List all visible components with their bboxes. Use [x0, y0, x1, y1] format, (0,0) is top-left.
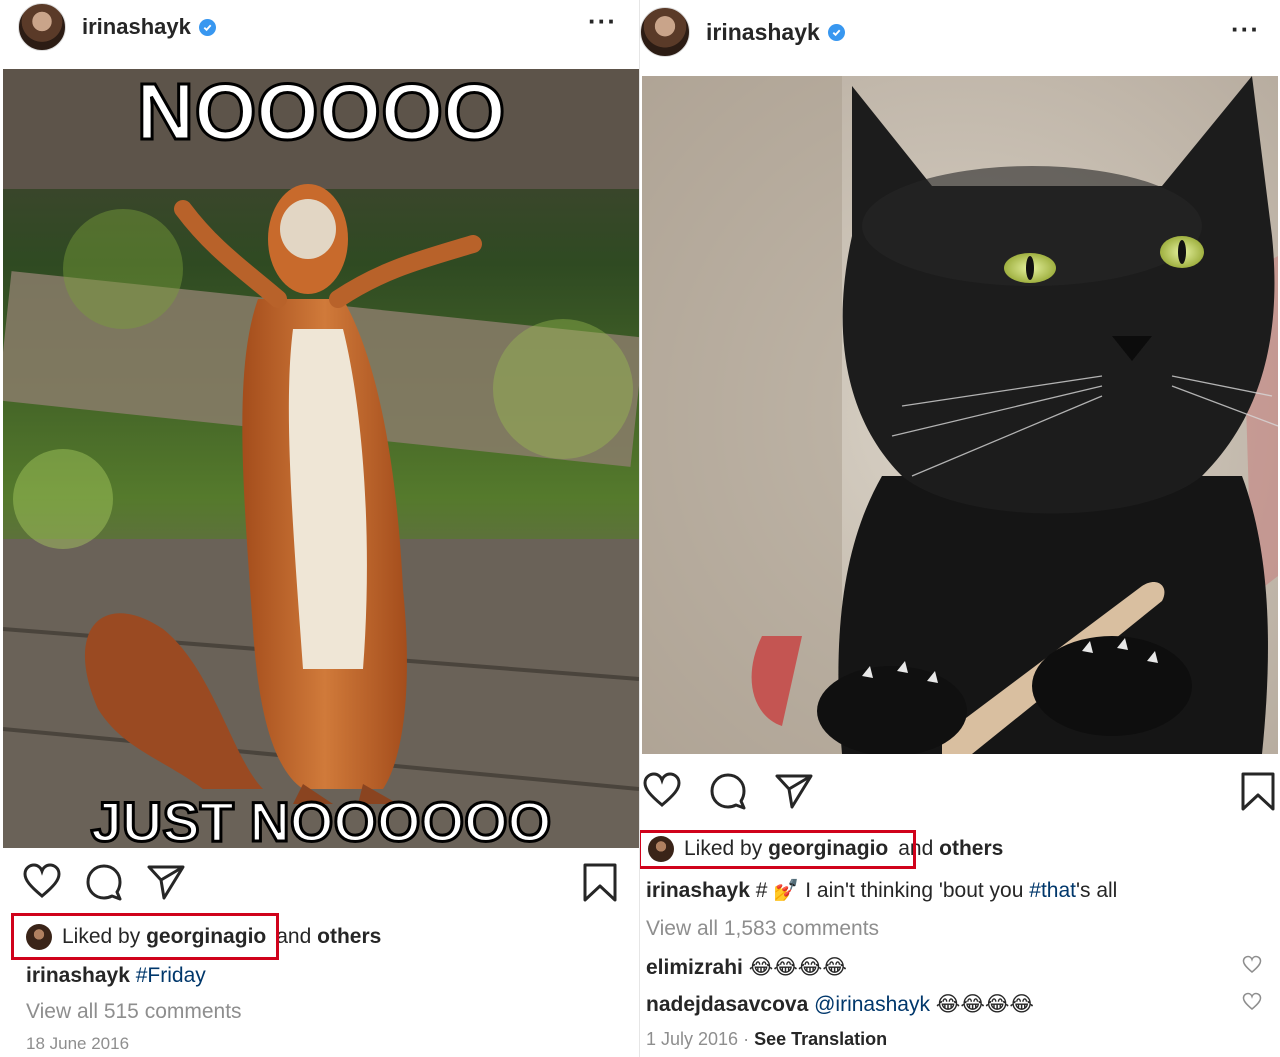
meme-bottom-text: JUST NOOOOOO [91, 790, 552, 848]
post-header: irinashayk ··· [0, 3, 639, 51]
bookmark-icon[interactable] [1238, 771, 1280, 815]
comment-like-icon[interactable] [1242, 992, 1262, 1018]
view-comments-link[interactable]: View all 515 comments [26, 1000, 242, 1024]
heart-icon[interactable] [642, 771, 686, 815]
nail-emoji: 💅 [773, 879, 800, 902]
verified-icon [827, 23, 845, 41]
highlight-box [11, 913, 279, 960]
comment-icon[interactable] [84, 862, 128, 906]
highlight-box [640, 830, 916, 869]
caption: irinashayk # 💅 I ain't thinking 'bout yo… [646, 879, 1117, 903]
view-comments-link[interactable]: View all 1,583 comments [646, 917, 879, 941]
liked-suffix: and [276, 925, 312, 948]
comment-row: nadejdasavcova @irinashayk 😂😂😂😂 [646, 992, 1274, 1017]
share-icon[interactable] [774, 771, 818, 815]
verified-icon [198, 18, 216, 36]
post-meta: 1 July 2016 · See Translation [646, 1029, 887, 1050]
bookmark-icon[interactable] [580, 862, 624, 906]
more-icon[interactable]: ··· [588, 6, 617, 37]
action-bar [640, 771, 1280, 815]
username[interactable]: irinashayk [82, 14, 191, 40]
caption-end: 's all [1075, 879, 1118, 902]
comment-icon[interactable] [708, 771, 752, 815]
post-header: irinashayk ··· [640, 6, 1280, 58]
caption-text: I ain't thinking 'bout you [799, 879, 1030, 902]
comment-text: 😂😂😂😂 [742, 956, 847, 979]
post-date: 1 July 2016 [646, 1029, 739, 1049]
see-translation-link[interactable]: See Translation [754, 1029, 887, 1049]
caption-user[interactable]: irinashayk [26, 964, 130, 987]
avatar[interactable] [640, 7, 690, 57]
date-separator: · [738, 1029, 755, 1049]
action-bar [0, 862, 639, 906]
comment-row: elimizrahi 😂😂😂😂 [646, 955, 1274, 980]
meme-top-text: NOOOOO [137, 69, 506, 156]
caption: irinashayk #Friday [26, 964, 206, 988]
caption-hashtag[interactable]: #Friday [136, 964, 206, 987]
comment-mention[interactable]: @irinashayk [808, 993, 930, 1016]
comment-user[interactable]: elimizrahi [646, 956, 743, 979]
post-right: irinashayk ··· Liked by georginagio and … [640, 0, 1280, 1057]
avatar[interactable] [18, 3, 66, 51]
post-left: irinashayk ··· NOOOOO JUST NOOOOOO Liked… [0, 0, 639, 1057]
more-icon[interactable]: ··· [1231, 14, 1260, 45]
share-icon[interactable] [146, 862, 190, 906]
liked-others[interactable]: others [939, 837, 1003, 861]
comment-like-icon[interactable] [1242, 955, 1262, 981]
caption-hashtag[interactable]: #that [1029, 879, 1076, 902]
post-image[interactable]: NOOOOO JUST NOOOOOO [3, 69, 639, 848]
username[interactable]: irinashayk [706, 19, 820, 46]
heart-icon[interactable] [22, 862, 66, 906]
comment-user[interactable]: nadejdasavcova [646, 993, 808, 1016]
post-image[interactable] [642, 76, 1278, 754]
comment-text: 😂😂😂😂 [929, 993, 1034, 1016]
caption-user[interactable]: irinashayk [646, 879, 750, 902]
caption-hash: # [749, 879, 774, 902]
post-date: 18 June 2016 [26, 1034, 130, 1053]
liked-others[interactable]: others [317, 925, 381, 949]
